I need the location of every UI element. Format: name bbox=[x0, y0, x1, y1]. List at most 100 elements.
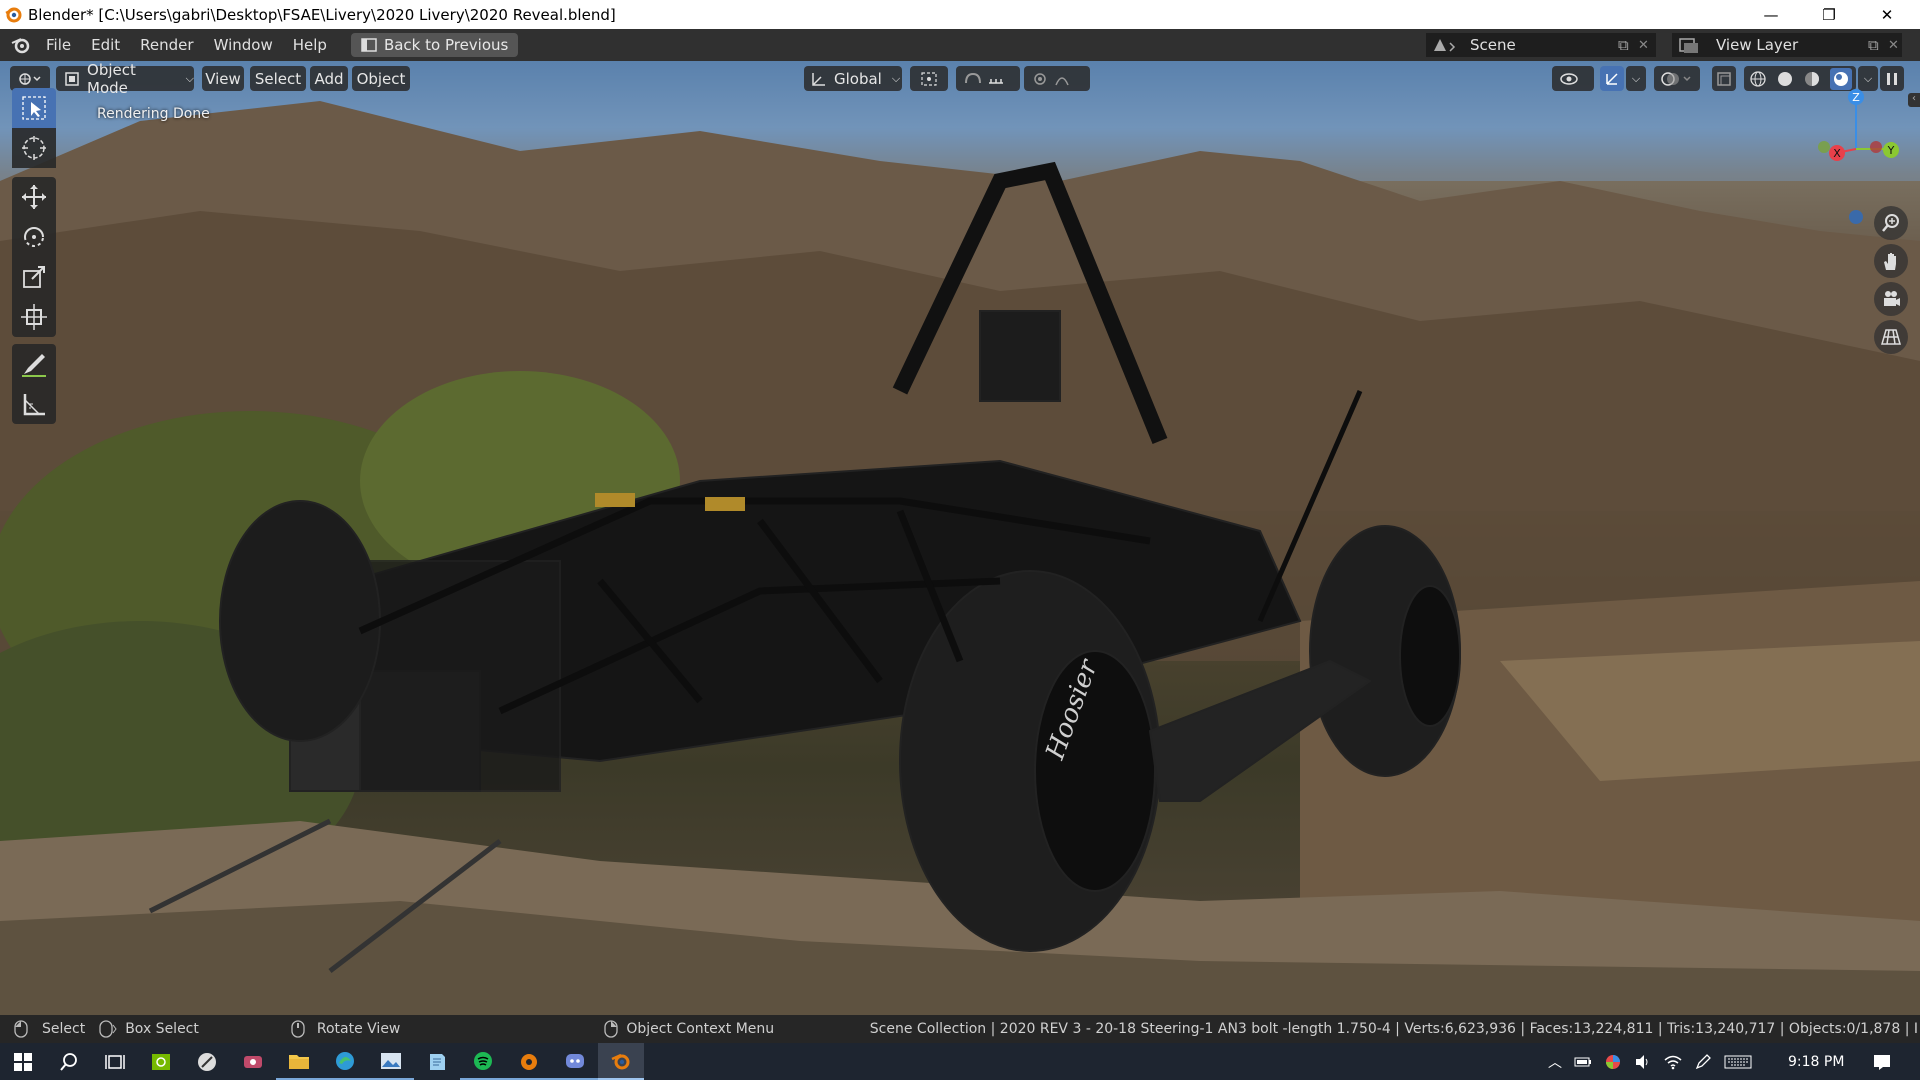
menu-window[interactable]: Window bbox=[204, 36, 283, 54]
tray-chevron-up-icon[interactable]: ︿ bbox=[1548, 1052, 1562, 1072]
object-visibility-button[interactable] bbox=[1552, 66, 1594, 91]
gizmo-toggle-button[interactable] bbox=[1600, 66, 1624, 91]
close-button[interactable]: ✕ bbox=[1858, 0, 1916, 29]
mouse-right-icon bbox=[604, 1020, 619, 1038]
gizmo-dropdown[interactable]: ⌵ bbox=[1626, 66, 1646, 91]
app-circle-icon[interactable] bbox=[184, 1043, 230, 1080]
new-scene-icon[interactable]: ⧉ bbox=[1618, 36, 1629, 54]
view-layer-selector[interactable]: View Layer ⧉ ✕ bbox=[1672, 33, 1902, 57]
view-menu[interactable]: View bbox=[202, 66, 244, 91]
pivot-icon bbox=[921, 71, 937, 86]
view-layer-name: View Layer bbox=[1716, 36, 1799, 54]
windows-start-icon[interactable] bbox=[0, 1043, 46, 1080]
edge-icon[interactable] bbox=[322, 1043, 368, 1080]
xray-button[interactable] bbox=[1712, 66, 1736, 91]
wifi-icon[interactable] bbox=[1664, 1054, 1682, 1070]
viewport-editor-icon bbox=[19, 72, 41, 85]
battery-icon[interactable] bbox=[1574, 1055, 1592, 1069]
object-menu[interactable]: Object bbox=[352, 66, 410, 91]
viewport-header: Object Mode ⌵ View Select Add Object Glo… bbox=[0, 61, 1920, 97]
menu-render[interactable]: Render bbox=[130, 36, 203, 54]
pan-button[interactable] bbox=[1874, 244, 1908, 278]
rotate-icon bbox=[24, 227, 44, 247]
window-titlebar: Blender* [C:\Users\gabri\Desktop\FSAE\Li… bbox=[0, 0, 1920, 29]
status-bar: Select Box Select Rotate View Object Con… bbox=[0, 1015, 1920, 1043]
snipping-tool-icon[interactable] bbox=[230, 1043, 276, 1080]
menu-file[interactable]: File bbox=[36, 36, 81, 54]
keyboard-icon[interactable] bbox=[1724, 1054, 1752, 1070]
measure-tool[interactable] bbox=[12, 384, 56, 424]
select-box-tool[interactable] bbox=[12, 88, 56, 128]
mouse-left-icon bbox=[14, 1020, 28, 1038]
photos-icon[interactable] bbox=[368, 1043, 414, 1080]
viewport-status-text: Rendering Done bbox=[97, 106, 210, 122]
transform-tool[interactable] bbox=[12, 297, 56, 337]
mouse-drag-icon bbox=[99, 1020, 117, 1038]
scale-tool[interactable] bbox=[12, 257, 56, 297]
rotate-tool[interactable] bbox=[12, 217, 56, 257]
3d-viewport[interactable]: Hoosier Object Mode ⌵ View Select Add Ob… bbox=[0, 61, 1920, 1015]
notepad-icon[interactable] bbox=[414, 1043, 460, 1080]
object-mode-dropdown[interactable]: Object Mode ⌵ bbox=[56, 61, 194, 97]
menu-edit[interactable]: Edit bbox=[81, 36, 130, 54]
nvidia-icon[interactable] bbox=[138, 1043, 184, 1080]
notifications-icon[interactable] bbox=[1862, 1043, 1902, 1080]
clock[interactable]: 9:18 PM bbox=[1788, 1054, 1844, 1070]
snapping-button[interactable] bbox=[956, 66, 1020, 91]
cursor-tool[interactable] bbox=[12, 128, 56, 168]
annotate-icon bbox=[22, 354, 46, 377]
add-menu[interactable]: Add bbox=[310, 66, 348, 91]
sidebar-toggle-icon[interactable]: ‹ bbox=[1908, 93, 1920, 107]
camera-view-button[interactable] bbox=[1874, 282, 1908, 316]
delete-view-layer-icon[interactable]: ✕ bbox=[1888, 38, 1899, 53]
zoom-button[interactable] bbox=[1874, 206, 1908, 240]
scale-icon bbox=[23, 266, 45, 288]
status-context-menu: Object Context Menu bbox=[626, 1021, 775, 1037]
move-tool[interactable] bbox=[12, 177, 56, 217]
back-to-previous-button[interactable]: Back to Previous bbox=[350, 33, 519, 57]
volume-icon[interactable] bbox=[1634, 1054, 1652, 1070]
snap-icon bbox=[965, 72, 1003, 84]
spotify-icon[interactable] bbox=[460, 1043, 506, 1080]
pivot-point-button[interactable] bbox=[910, 66, 948, 91]
annotate-tool[interactable] bbox=[12, 344, 56, 384]
wireframe-shading-icon[interactable] bbox=[1749, 70, 1767, 88]
scene-name: Scene bbox=[1470, 36, 1516, 54]
orientation-label: Global bbox=[834, 69, 882, 88]
color-app-icon[interactable] bbox=[1604, 1053, 1622, 1071]
minimize-button[interactable]: — bbox=[1742, 0, 1800, 29]
new-view-layer-icon[interactable]: ⧉ bbox=[1868, 36, 1879, 54]
orientation-icon bbox=[812, 72, 825, 86]
proportional-editing-button[interactable] bbox=[1024, 66, 1090, 91]
file-explorer-icon[interactable] bbox=[276, 1043, 322, 1080]
scene-icon bbox=[1434, 39, 1456, 52]
menu-help[interactable]: Help bbox=[283, 36, 337, 54]
blender-taskbar-icon[interactable] bbox=[598, 1043, 644, 1080]
chevron-down-icon: ⌵ bbox=[1631, 71, 1641, 85]
overlays-button[interactable] bbox=[1654, 66, 1700, 91]
zoom-icon bbox=[1882, 214, 1899, 232]
toggle-perspective-button[interactable] bbox=[1874, 320, 1908, 354]
blender-menu-icon[interactable] bbox=[10, 34, 32, 56]
task-view-icon[interactable] bbox=[92, 1043, 138, 1080]
neg-z-axis-icon[interactable] bbox=[1849, 210, 1863, 224]
solid-shading-icon[interactable] bbox=[1776, 70, 1794, 88]
origin-icon[interactable] bbox=[506, 1043, 552, 1080]
pen-icon[interactable] bbox=[1694, 1053, 1712, 1071]
x-axis-label: X bbox=[1833, 147, 1841, 160]
restore-button[interactable]: ❐ bbox=[1800, 0, 1858, 29]
xray-icon bbox=[1717, 71, 1731, 86]
search-icon[interactable] bbox=[46, 1043, 92, 1080]
scene-selector[interactable]: Scene ⧉ ✕ bbox=[1426, 33, 1656, 57]
camera-icon bbox=[1884, 291, 1900, 306]
discord-icon[interactable] bbox=[552, 1043, 598, 1080]
delete-scene-icon[interactable]: ✕ bbox=[1638, 38, 1649, 53]
status-select: Select bbox=[42, 1021, 86, 1037]
status-rotate-view: Rotate View bbox=[316, 1021, 401, 1037]
object-mode-icon bbox=[65, 71, 79, 86]
hand-icon bbox=[1884, 253, 1896, 270]
select-menu[interactable]: Select bbox=[250, 66, 306, 91]
transform-orientation-dropdown[interactable]: Global ⌵ bbox=[804, 66, 902, 91]
chevron-down-icon: ⌵ bbox=[185, 71, 194, 85]
proportional-icon bbox=[1034, 72, 1069, 85]
